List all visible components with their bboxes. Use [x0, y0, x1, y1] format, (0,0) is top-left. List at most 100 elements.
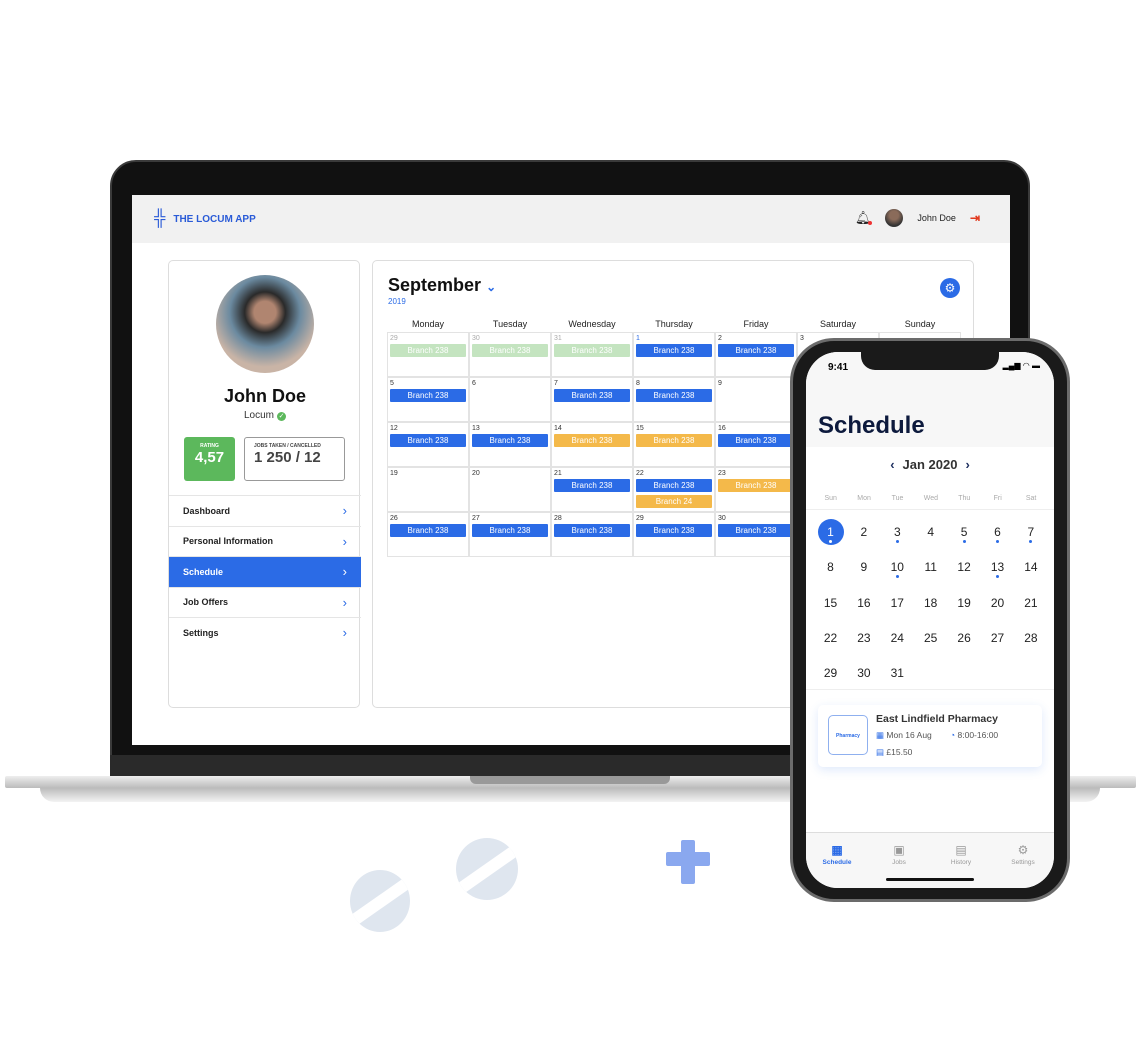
- date-cell[interactable]: 7: [1018, 519, 1044, 545]
- calendar-day[interactable]: 29 Branch 238: [633, 512, 715, 557]
- calendar-day[interactable]: 31 Branch 238: [551, 332, 633, 377]
- prev-month-button[interactable]: ‹: [890, 457, 894, 472]
- date-cell[interactable]: 17: [884, 590, 910, 616]
- top-bar: ╬ THE LOCUM APP 🔔︎ John Doe ⇥: [132, 195, 1010, 243]
- calendar-event[interactable]: Branch 238: [718, 479, 794, 492]
- calendar-day[interactable]: 16 Branch 238: [715, 422, 797, 467]
- calendar-day[interactable]: 30 Branch 238: [715, 512, 797, 557]
- calendar-event[interactable]: Branch 238: [390, 524, 466, 537]
- menu-item-job-offers[interactable]: Job Offers ›: [169, 586, 361, 618]
- job-card[interactable]: Pharmacy East Lindfield Pharmacy ▦ Mon 1…: [818, 705, 1042, 767]
- calendar-event[interactable]: Branch 238: [390, 434, 466, 447]
- calendar-day[interactable]: 21 Branch 238: [551, 467, 633, 512]
- date-cell[interactable]: 31: [884, 660, 910, 686]
- calendar-day[interactable]: 5 Branch 238: [387, 377, 469, 422]
- date-cell[interactable]: 3: [884, 519, 910, 545]
- calendar-event[interactable]: Branch 238: [554, 524, 630, 537]
- calendar-event[interactable]: Branch 238: [554, 434, 630, 447]
- date-cell[interactable]: 24: [884, 625, 910, 651]
- weekday-label: Mon: [857, 495, 871, 502]
- date-cell[interactable]: 14: [1018, 554, 1044, 580]
- calendar-day[interactable]: 29 Branch 238: [387, 332, 469, 377]
- date-cell[interactable]: 15: [818, 590, 844, 616]
- calendar-event[interactable]: Branch 238: [718, 344, 794, 357]
- date-cell[interactable]: 25: [918, 625, 944, 651]
- calendar-event[interactable]: Branch 24: [636, 495, 712, 508]
- date-cell[interactable]: 1: [817, 519, 844, 545]
- calendar-day[interactable]: 6: [469, 377, 551, 422]
- calendar-event[interactable]: Branch 238: [636, 479, 712, 492]
- calendar-event[interactable]: Branch 238: [472, 434, 548, 447]
- calendar-event[interactable]: Branch 238: [554, 479, 630, 492]
- calendar-day[interactable]: 8 Branch 238: [633, 377, 715, 422]
- date-cell[interactable]: 6: [985, 519, 1011, 545]
- calendar-day[interactable]: 23 Branch 238: [715, 467, 797, 512]
- weekday-header: Friday: [743, 319, 769, 329]
- calendar-event[interactable]: Branch 238: [554, 389, 630, 402]
- bell-icon[interactable]: 🔔︎: [855, 210, 873, 226]
- calendar-day[interactable]: 20: [469, 467, 551, 512]
- calendar-day[interactable]: 1 Branch 238: [633, 332, 715, 377]
- date-cell[interactable]: 30: [851, 660, 877, 686]
- date-cell[interactable]: 12: [951, 554, 977, 580]
- menu-item-personal-information[interactable]: Personal Information ›: [169, 525, 361, 557]
- date-cell[interactable]: 8: [818, 554, 844, 580]
- date-cell[interactable]: 16: [851, 590, 877, 616]
- date-cell[interactable]: 11: [918, 554, 944, 580]
- calendar-day[interactable]: 28 Branch 238: [551, 512, 633, 557]
- calendar-event[interactable]: Branch 238: [718, 434, 794, 447]
- date-cell[interactable]: 22: [818, 625, 844, 651]
- date-cell[interactable]: 29: [818, 660, 844, 686]
- calendar-event[interactable]: Branch 238: [390, 389, 466, 402]
- date-cell[interactable]: 19: [951, 590, 977, 616]
- calendar-event[interactable]: Branch 238: [636, 524, 712, 537]
- menu-item-schedule[interactable]: Schedule ›: [169, 556, 361, 587]
- calendar-event[interactable]: Branch 238: [636, 434, 712, 447]
- day-number: 30: [472, 335, 480, 342]
- date-cell[interactable]: 21: [1018, 590, 1044, 616]
- calendar-day[interactable]: 26 Branch 238: [387, 512, 469, 557]
- profile-name: John Doe: [223, 386, 306, 406]
- calendar-event[interactable]: Branch 238: [472, 524, 548, 537]
- date-cell[interactable]: 23: [851, 625, 877, 651]
- date-cell[interactable]: 10: [884, 554, 910, 580]
- date-cell[interactable]: 26: [951, 625, 977, 651]
- calendar-event[interactable]: Branch 238: [472, 344, 548, 357]
- status-icons: ▂▄▆ ◠ ▬: [1002, 361, 1040, 370]
- next-month-button[interactable]: ›: [965, 457, 969, 472]
- tab-settings[interactable]: ⚙ Settings: [992, 833, 1054, 888]
- calendar-day[interactable]: 19: [387, 467, 469, 512]
- date-cell[interactable]: 28: [1018, 625, 1044, 651]
- calendar-day[interactable]: 9: [715, 377, 797, 422]
- date-cell[interactable]: 13: [985, 554, 1011, 580]
- calendar-day[interactable]: 2 Branch 238: [715, 332, 797, 377]
- calendar-day[interactable]: 27 Branch 238: [469, 512, 551, 557]
- calendar-event[interactable]: Branch 238: [718, 524, 794, 537]
- menu-item-settings[interactable]: Settings ›: [169, 617, 361, 648]
- date-cell[interactable]: 9: [851, 554, 877, 580]
- date-cell[interactable]: 20: [985, 590, 1011, 616]
- logout-icon[interactable]: ⇥: [970, 211, 980, 225]
- user-avatar[interactable]: [885, 209, 904, 227]
- calendar-day[interactable]: 22 Branch 238 Branch 24: [633, 467, 715, 512]
- settings-gear-button[interactable]: ⚙: [940, 278, 960, 298]
- calendar-day[interactable]: 30 Branch 238: [469, 332, 551, 377]
- calendar-day[interactable]: 7 Branch 238: [551, 377, 633, 422]
- calendar-day[interactable]: 14 Branch 238: [551, 422, 633, 467]
- calendar-event[interactable]: Branch 238: [636, 389, 712, 402]
- calendar-event[interactable]: Branch 238: [636, 344, 712, 357]
- month-selector[interactable]: September ⌄: [388, 275, 496, 296]
- calendar-event[interactable]: Branch 238: [554, 344, 630, 357]
- calendar-event[interactable]: Branch 238: [390, 344, 466, 357]
- calendar-day[interactable]: 15 Branch 238: [633, 422, 715, 467]
- date-cell[interactable]: 2: [851, 519, 877, 545]
- calendar-day[interactable]: 13 Branch 238: [469, 422, 551, 467]
- calendar-day[interactable]: 12 Branch 238: [387, 422, 469, 467]
- tab-schedule[interactable]: ▦ Schedule: [806, 833, 868, 888]
- menu-item-dashboard[interactable]: Dashboard ›: [169, 495, 361, 526]
- date-cell[interactable]: 4: [918, 519, 944, 545]
- date-cell[interactable]: 5: [951, 519, 977, 545]
- date-cell[interactable]: 18: [918, 590, 944, 616]
- date-cell[interactable]: 27: [985, 625, 1011, 651]
- user-name[interactable]: John Doe: [917, 213, 956, 223]
